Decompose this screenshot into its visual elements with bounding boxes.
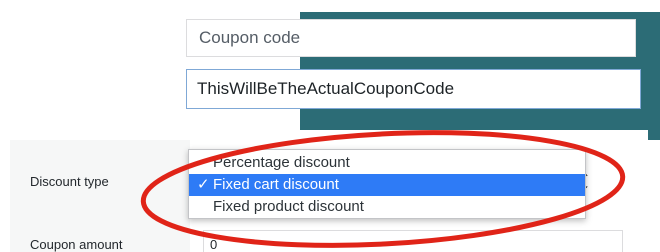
discount-option-fixed-product[interactable]: Fixed product discount	[189, 196, 585, 218]
discount-type-label: Discount type	[30, 174, 109, 189]
coupon-amount-label: Coupon amount	[30, 237, 123, 252]
discount-type-dropdown[interactable]: Percentage discount ✓ Fixed cart discount…	[188, 149, 586, 219]
screenshot-composite: Coupon code ThisWillBeTheActualCouponCod…	[0, 0, 660, 252]
coupon-data-label-column	[10, 140, 190, 252]
coupon-amount-input[interactable]: 0	[203, 230, 623, 252]
discount-option-fixed-cart-label: Fixed cart discount	[213, 176, 339, 193]
coupon-code-value-input[interactable]: ThisWillBeTheActualCouponCode	[186, 69, 641, 109]
discount-option-fixed-cart[interactable]: ✓ Fixed cart discount	[189, 174, 585, 196]
coupon-code-title-input[interactable]: Coupon code	[186, 19, 636, 57]
discount-option-percentage[interactable]: Percentage discount	[189, 152, 585, 174]
checkmark-icon: ✓	[197, 176, 210, 193]
